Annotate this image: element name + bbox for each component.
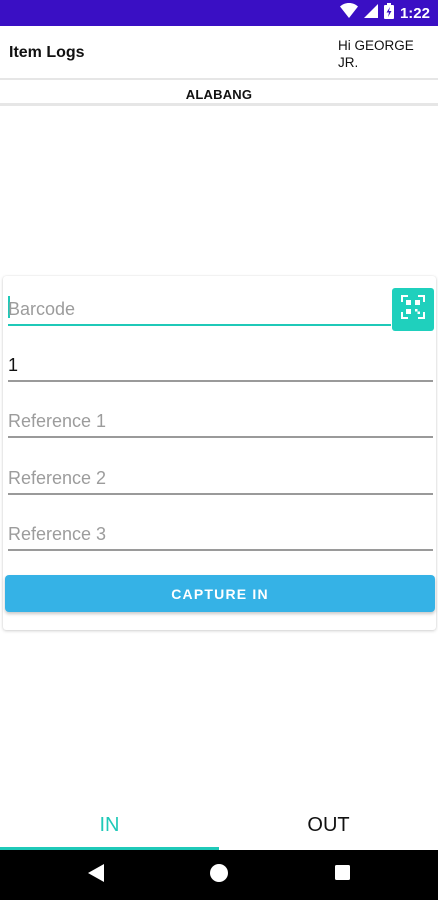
capture-in-label: CAPTURE IN [171,586,269,602]
reference-2-field[interactable] [8,457,433,495]
reference-3-input[interactable] [8,524,433,545]
recents-icon [334,865,350,885]
cellular-signal-icon [363,3,378,23]
status-icons: 1:22 [339,2,430,24]
reference-2-input[interactable] [8,468,433,489]
bottom-tabs: IN OUT [0,800,438,850]
nav-home-button[interactable] [189,850,249,900]
home-icon [210,863,228,887]
wifi-icon [339,3,358,23]
barcode-field[interactable] [8,288,391,326]
nav-back-button[interactable] [66,850,126,900]
battery-charging-icon [383,2,394,24]
barcode-input[interactable] [8,299,391,320]
nav-recents-button[interactable] [312,850,372,900]
back-icon [88,863,104,887]
app-header: Item Logs Hi GEORGE JR. [0,26,438,80]
quantity-input[interactable] [8,355,433,376]
qr-scan-icon [401,295,425,324]
page-title: Item Logs [9,44,85,61]
tab-out[interactable]: OUT [219,800,438,850]
user-greeting: Hi GEORGE JR. [338,38,414,70]
tab-out-label: OUT [307,814,350,836]
capture-in-button[interactable]: CAPTURE IN [5,575,435,612]
location-bar: ALABANG [0,82,438,106]
reference-1-input[interactable] [8,411,433,432]
status-bar: 1:22 [0,0,438,26]
quantity-field[interactable] [8,344,433,382]
item-log-form: CAPTURE IN [3,276,436,630]
navigation-bar [0,850,438,900]
status-time: 1:22 [399,4,430,22]
reference-1-field[interactable] [8,400,433,438]
scan-barcode-button[interactable] [392,288,434,331]
tab-in[interactable]: IN [0,800,219,850]
location-label: ALABANG [185,87,253,102]
tab-in-label: IN [99,814,120,836]
reference-3-field[interactable] [8,513,433,551]
